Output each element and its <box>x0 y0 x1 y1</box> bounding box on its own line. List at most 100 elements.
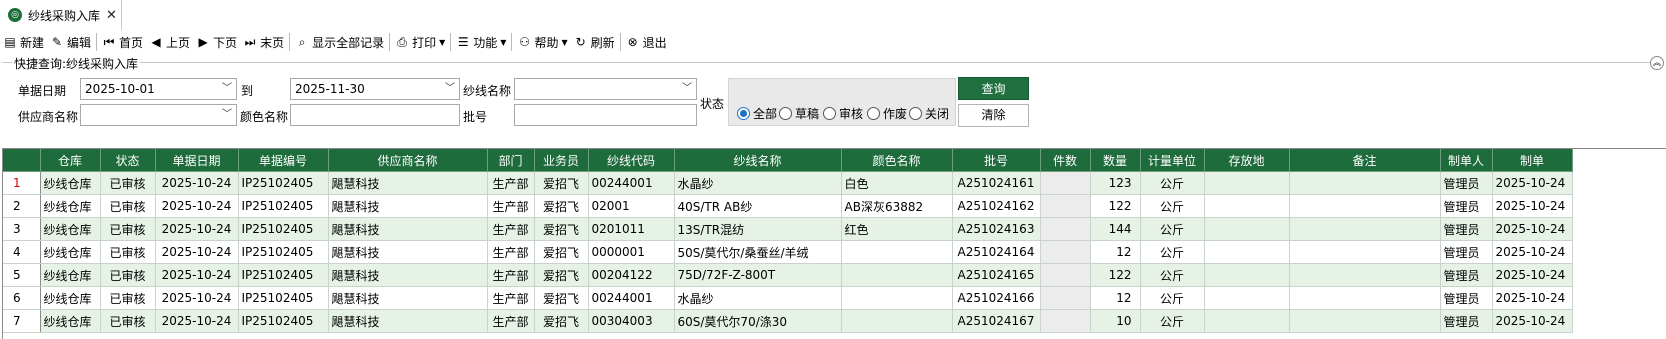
collapse-icon[interactable]: ︽ <box>1650 56 1664 70</box>
column-header[interactable]: 件数 <box>1040 149 1091 172</box>
exit-button[interactable]: ⊗ 退出 <box>623 31 670 53</box>
query-button[interactable]: 查询 <box>958 77 1029 100</box>
table-cell[interactable]: 纱线仓库 <box>40 309 101 333</box>
table-row[interactable]: 6 纱线仓库 已审核 2025-10-24 IP25102405 飓慧科技 生产部 爱招飞 00… <box>3 286 1573 310</box>
table-cell[interactable] <box>1204 171 1290 195</box>
table-cell[interactable]: 10 <box>1090 309 1141 333</box>
prev-button[interactable]: ◀ 上页 <box>146 31 193 53</box>
table-cell[interactable]: 纱线仓库 <box>40 217 101 241</box>
table-cell[interactable] <box>1289 171 1441 195</box>
radio-dot-icon[interactable] <box>737 107 750 120</box>
table-cell[interactable]: 爱招飞 <box>534 217 589 241</box>
table-cell[interactable]: 爱招飞 <box>534 194 589 218</box>
column-header[interactable]: 纱线名称 <box>674 149 842 172</box>
table-cell[interactable]: 已审核 <box>100 240 156 264</box>
table-cell[interactable]: 公斤 <box>1140 217 1205 241</box>
table-cell[interactable]: 飓慧科技 <box>328 217 488 241</box>
table-cell[interactable]: 管理员 <box>1440 171 1493 195</box>
column-header[interactable]: 部门 <box>487 149 535 172</box>
batch-input[interactable] <box>514 104 697 126</box>
clear-button[interactable]: 清除 <box>958 104 1029 127</box>
table-cell[interactable]: IP25102405 <box>238 240 329 264</box>
date-from-picker[interactable]: 2025-10-01 ﹀ <box>80 78 237 100</box>
table-cell[interactable]: IP25102405 <box>238 286 329 310</box>
table-cell[interactable]: 122 <box>1090 194 1141 218</box>
table-cell[interactable]: A251024161 <box>952 171 1041 195</box>
table-cell[interactable]: 纱线仓库 <box>40 194 101 218</box>
table-cell[interactable]: 白色 <box>841 171 953 195</box>
table-cell[interactable]: IP25102405 <box>238 263 329 287</box>
table-cell[interactable] <box>1040 309 1091 333</box>
table-cell[interactable] <box>1204 217 1290 241</box>
new-button[interactable]: ▤ 新建 <box>0 31 47 53</box>
table-cell[interactable] <box>1289 217 1441 241</box>
table-row[interactable]: 2 纱线仓库 已审核 2025-10-24 IP25102405 飓慧科技 生产部 爱招飞 02… <box>3 194 1573 218</box>
table-cell[interactable]: 00204122 <box>588 263 675 287</box>
table-cell[interactable]: 生产部 <box>487 240 535 264</box>
table-cell[interactable]: 生产部 <box>487 309 535 333</box>
table-cell[interactable] <box>1204 286 1290 310</box>
table-cell[interactable]: 60S/莫代尔70/涤30 <box>674 309 842 333</box>
table-cell[interactable] <box>1040 263 1091 287</box>
table-cell[interactable]: 爱招飞 <box>534 263 589 287</box>
table-cell[interactable] <box>1204 240 1290 264</box>
table-cell[interactable]: 公斤 <box>1140 171 1205 195</box>
table-cell[interactable]: 123 <box>1090 171 1141 195</box>
status-radio-option[interactable]: 全部 <box>737 105 777 122</box>
table-cell[interactable]: 生产部 <box>487 217 535 241</box>
table-cell[interactable]: 2025-10-24 <box>1492 171 1573 195</box>
table-cell[interactable]: A251024165 <box>952 263 1041 287</box>
function-button[interactable]: ☰ 功能 ▼ <box>453 31 509 53</box>
table-cell[interactable]: 纱线仓库 <box>40 171 101 195</box>
chevron-down-icon[interactable]: ﹀ <box>682 79 692 99</box>
table-cell[interactable]: 生产部 <box>487 263 535 287</box>
table-cell[interactable]: 管理员 <box>1440 286 1493 310</box>
table-cell[interactable]: 管理员 <box>1440 217 1493 241</box>
status-radio-option[interactable]: 审核 <box>823 105 863 122</box>
table-cell[interactable]: 爱招飞 <box>534 286 589 310</box>
table-cell[interactable]: 2025-10-24 <box>1492 309 1573 333</box>
chevron-down-icon[interactable]: ﹀ <box>445 79 455 99</box>
table-cell[interactable]: 飓慧科技 <box>328 171 488 195</box>
table-cell[interactable]: 生产部 <box>487 171 535 195</box>
table-cell[interactable]: 40S/TR AB纱 <box>674 194 842 218</box>
table-cell[interactable]: 飓慧科技 <box>328 194 488 218</box>
table-cell[interactable]: 水晶纱 <box>674 171 842 195</box>
last-button[interactable]: ⏭ 末页 <box>240 31 287 53</box>
table-cell[interactable] <box>1289 263 1441 287</box>
table-cell[interactable]: 公斤 <box>1140 286 1205 310</box>
supplier-select[interactable]: ﹀ <box>80 104 237 126</box>
table-cell[interactable] <box>841 286 953 310</box>
table-cell[interactable]: 2025-10-24 <box>1492 194 1573 218</box>
table-cell[interactable]: 2025-10-24 <box>155 171 239 195</box>
table-cell[interactable]: 公斤 <box>1140 309 1205 333</box>
table-cell[interactable]: 12 <box>1090 240 1141 264</box>
refresh-button[interactable]: ↻ 刷新 <box>571 31 618 53</box>
table-cell[interactable]: A251024162 <box>952 194 1041 218</box>
table-cell[interactable]: 已审核 <box>100 217 156 241</box>
table-cell[interactable] <box>1204 309 1290 333</box>
table-cell[interactable] <box>1204 194 1290 218</box>
table-cell[interactable]: A251024166 <box>952 286 1041 310</box>
radio-dot-icon[interactable] <box>779 107 792 120</box>
chevron-down-icon[interactable]: ﹀ <box>222 105 232 125</box>
table-cell[interactable]: 纱线仓库 <box>40 286 101 310</box>
table-cell[interactable]: 0201011 <box>588 217 675 241</box>
print-button[interactable]: ⎙ 打印 ▼ <box>392 31 448 53</box>
date-to-picker[interactable]: 2025-11-30 ﹀ <box>290 78 460 100</box>
close-icon[interactable]: ✕ <box>106 8 117 23</box>
column-header[interactable]: 供应商名称 <box>328 149 488 172</box>
caret-down-icon[interactable]: ▼ <box>561 38 567 47</box>
show-all-button[interactable]: ⌕ 显示全部记录 <box>292 31 387 53</box>
table-cell[interactable] <box>1289 194 1441 218</box>
table-cell[interactable]: 2025-10-24 <box>155 309 239 333</box>
help-button[interactable]: ⚇ 帮助 ▼ <box>514 31 570 53</box>
table-row[interactable]: 1 纱线仓库 已审核 2025-10-24 IP25102405 飓慧科技 生产部 爱招飞 00… <box>3 171 1573 195</box>
table-row[interactable]: 4 纱线仓库 已审核 2025-10-24 IP25102405 飓慧科技 生产部 爱招飞 00… <box>3 240 1573 264</box>
column-header[interactable]: 制单人 <box>1440 149 1493 172</box>
table-cell[interactable] <box>1289 309 1441 333</box>
column-header[interactable]: 状态 <box>100 149 156 172</box>
chevron-down-icon[interactable]: ﹀ <box>222 79 232 99</box>
table-cell[interactable]: 144 <box>1090 217 1141 241</box>
table-cell[interactable]: 2025-10-24 <box>1492 286 1573 310</box>
